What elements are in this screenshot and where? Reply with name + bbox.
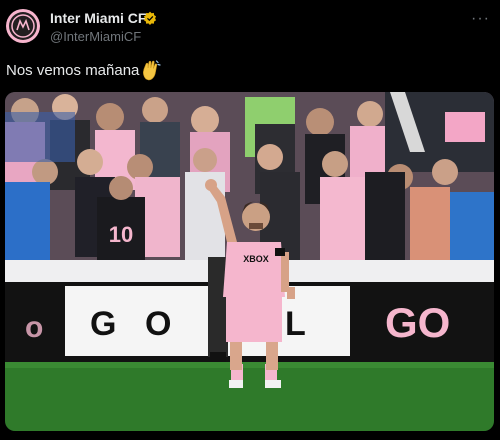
side-banner-text: GO [385,299,450,346]
pitch [5,362,494,431]
banner-letter-l: L [285,305,306,343]
tweet-text: Nos vemos mañana [6,62,140,79]
banner-letter-g: G [90,305,116,343]
crowd [5,92,494,267]
left-banner-fragment: o [25,311,43,344]
tweet-photo[interactable]: 10 G O L GO o XBOX [5,92,494,431]
shirt-sponsor: XBOX [243,254,269,264]
waving-hand-icon [143,60,161,81]
author-avatar[interactable] [6,9,40,43]
more-options-icon[interactable]: ··· [471,10,490,28]
tweet-header: Inter Miami CF @InterMiamiCF ··· [0,0,500,52]
photo-scene: 10 G O L GO o XBOX [5,92,494,431]
author-name[interactable]: Inter Miami CF [50,10,146,26]
verified-badge-icon [143,11,157,25]
author-handle[interactable]: @InterMiamiCF [50,29,141,44]
fan-jersey-number: 10 [109,222,133,247]
banner-letter-o: O [145,305,171,343]
club-crest-icon [9,12,37,40]
